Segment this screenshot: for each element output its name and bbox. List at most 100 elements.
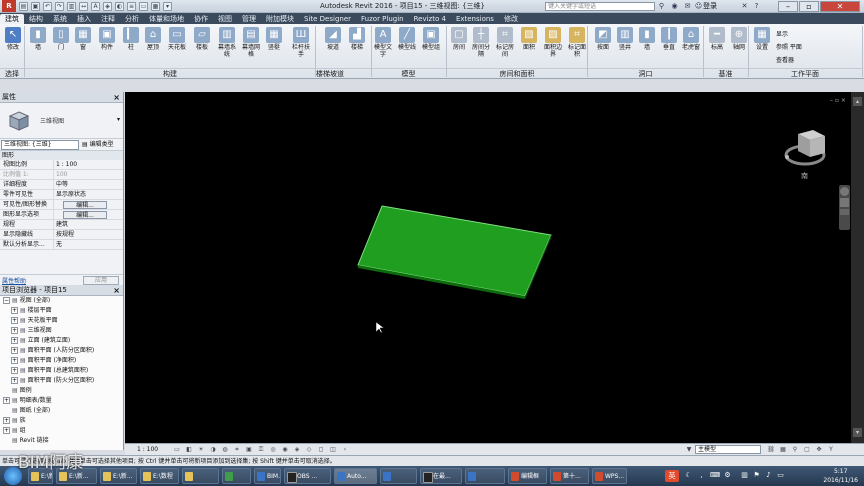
drag-elements-icon[interactable]: ✥	[815, 446, 823, 454]
ribbon-tab[interactable]: Fuzor Plugin	[356, 14, 409, 24]
3d-view-icon[interactable]: ◈	[103, 1, 112, 11]
active-workset-combo[interactable]: 主模型	[695, 445, 761, 454]
ribbon-button-26[interactable]: ▮ 墙	[636, 27, 658, 51]
expand-icon[interactable]: +	[11, 367, 18, 374]
ribbon-button-21[interactable]: ▧ 面积	[518, 27, 540, 51]
tree-item[interactable]: ▤ 图纸 (全部)	[0, 406, 123, 416]
moon-icon[interactable]: ☾	[684, 471, 693, 480]
help-icon[interactable]: ?	[752, 2, 761, 11]
ribbon-small-item[interactable]: 参照 平面	[776, 42, 802, 51]
exchange-icon[interactable]: ✕	[740, 2, 749, 11]
filter-selection-icon[interactable]: Y	[827, 446, 835, 454]
tree-item[interactable]: + ▤ 楼层平面	[0, 306, 123, 316]
ribbon-button-1[interactable]: ▮ 墙	[27, 27, 49, 51]
volume-icon[interactable]: ♪	[764, 471, 773, 480]
ribbon-button-25[interactable]: ▥ 竖井	[614, 27, 636, 51]
ribbon-tab[interactable]: Revizto 4	[409, 14, 451, 24]
expand-icon[interactable]: +	[3, 397, 10, 404]
collapse-icon[interactable]: −	[3, 297, 10, 304]
temporary-view-icon[interactable]: ◫	[329, 446, 337, 454]
ribbon-tab[interactable]: 建筑	[0, 14, 24, 24]
property-value[interactable]: 建筑	[54, 220, 114, 229]
close-button[interactable]: ✕	[820, 1, 860, 12]
communication-icon[interactable]: ✉	[683, 2, 692, 11]
highlight-icon[interactable]: ◻	[317, 446, 325, 454]
ribbon-button-16[interactable]: ╱ 模型线	[396, 27, 418, 51]
crop-region-icon[interactable]: ▣	[245, 446, 253, 454]
edit-type-button[interactable]: ▤ 编辑类型	[82, 140, 114, 150]
taskbar-item[interactable]	[222, 468, 251, 484]
ribbon-button-31[interactable]: ▦ 设置	[751, 27, 773, 51]
type-selector[interactable]: 三维视图 ▾	[0, 103, 123, 139]
ribbon-button-22[interactable]: ▨ 面积边界	[542, 27, 564, 58]
tree-item[interactable]: + ▤ 组	[0, 426, 123, 436]
ribbon-button-0[interactable]: ↖ 修改	[2, 27, 24, 51]
settings-icon[interactable]: ⚙	[723, 471, 732, 480]
property-edit-button[interactable]: 编辑...	[63, 201, 107, 209]
network-icon[interactable]: ▥	[740, 471, 749, 480]
close-icon[interactable]: ×	[113, 92, 120, 103]
ribbon-button-3[interactable]: ▦ 窗	[72, 27, 94, 51]
taskbar-item[interactable]: BIM...	[254, 468, 281, 484]
ribbon-button-7[interactable]: ▭ 天花板	[166, 27, 188, 51]
keyboard-icon[interactable]: ⌨	[710, 471, 720, 480]
ribbon-button-13[interactable]: ◢ 坡道	[322, 27, 344, 51]
ribbon-button-6[interactable]: ⌂ 屋顶	[142, 27, 164, 51]
crop-icon[interactable]: ⌗	[233, 446, 241, 454]
ribbon-button-10[interactable]: ▤ 幕墙网格	[240, 27, 262, 58]
redo-icon[interactable]: ↷	[55, 1, 64, 11]
ribbon-tab[interactable]: 体量和场地	[144, 14, 189, 24]
ribbon-button-18[interactable]: ▢ 房间	[448, 27, 470, 51]
nav-dropdown-icon[interactable]	[840, 209, 849, 215]
chevron-down-icon[interactable]: ▾	[117, 116, 120, 123]
ribbon-tab[interactable]: 协作	[189, 14, 213, 24]
tree-item[interactable]: + ▤ 三维视图	[0, 326, 123, 336]
tree-item[interactable]: + ▤ 面积平面 (总建筑面积)	[0, 366, 123, 376]
render-icon[interactable]: ◍	[221, 446, 229, 454]
taskbar-item[interactable]: 编辑框	[508, 468, 547, 484]
ime-indicator[interactable]: 英	[665, 470, 679, 482]
expand-icon[interactable]: +	[11, 357, 18, 364]
selection-underlay-icon[interactable]: ▦	[779, 446, 787, 454]
subscription-icon[interactable]: ◉	[670, 2, 679, 11]
ribbon-button-20[interactable]: ⌗ 标记房间	[494, 27, 516, 58]
vertical-scrollbar[interactable]: ▴ ▾	[851, 92, 864, 443]
ribbon-small-item[interactable]: 显示	[776, 29, 788, 38]
switch-windows-icon[interactable]: ▦	[151, 1, 160, 11]
ribbon-tab[interactable]: 修改	[499, 14, 523, 24]
taskbar-item[interactable]: OBS ...	[284, 468, 331, 484]
tree-item[interactable]: ▤ Revit 链接	[0, 436, 123, 446]
tree-item[interactable]: ▤ 图例	[0, 386, 123, 396]
expand-icon[interactable]: +	[11, 307, 18, 314]
tree-item[interactable]: + ▤ 族	[0, 416, 123, 426]
ribbon-tab[interactable]: 管理	[237, 14, 261, 24]
taskbar-item[interactable]	[182, 468, 219, 484]
select-by-face-icon[interactable]: ▢	[803, 446, 811, 454]
maximize-button[interactable]: ▫	[799, 1, 819, 12]
ribbon-button-4[interactable]: ▣ 构件	[96, 27, 118, 51]
tree-item[interactable]: + ▤ 面积平面 (防火分区面积)	[0, 376, 123, 386]
close-hidden-icon[interactable]: ▭	[139, 1, 148, 11]
tree-item[interactable]: + ▤ 面积平面 (人防分区面积)	[0, 346, 123, 356]
ribbon-tab[interactable]: 注释	[96, 14, 120, 24]
ribbon-tab[interactable]: 系统	[48, 14, 72, 24]
print-icon[interactable]: ▥	[67, 1, 76, 11]
measure-icon[interactable]: ↔	[79, 1, 88, 11]
undo-icon[interactable]: ↶	[43, 1, 52, 11]
ribbon-tab[interactable]: 结构	[24, 14, 48, 24]
tree-item[interactable]: + ▤ 天花板平面	[0, 316, 123, 326]
3d-view-canvas[interactable]: – ▫ × 南	[125, 92, 851, 443]
scroll-up-arrow-icon[interactable]: ▴	[853, 97, 862, 106]
steeringwheel-icon[interactable]	[840, 187, 849, 196]
ribbon-button-5[interactable]: ▎ 柱	[120, 27, 142, 51]
ribbon-button-15[interactable]: A 模型文字	[372, 27, 394, 58]
ribbon-button-27[interactable]: ┃ 垂直	[658, 27, 680, 51]
ribbon-tab[interactable]: 分析	[120, 14, 144, 24]
clock[interactable]: 5:17 2016/11/16	[823, 467, 858, 485]
property-category-graphics[interactable]: 图形	[0, 151, 123, 160]
ribbon-button-8[interactable]: ▱ 楼板	[191, 27, 213, 51]
taskbar-item[interactable]	[380, 468, 417, 484]
properties-help-link[interactable]: 属性帮助	[2, 276, 26, 285]
ribbon-button-23[interactable]: ⌗ 标记面积	[566, 27, 588, 58]
hide-isolate-icon[interactable]: ◎	[269, 446, 277, 454]
